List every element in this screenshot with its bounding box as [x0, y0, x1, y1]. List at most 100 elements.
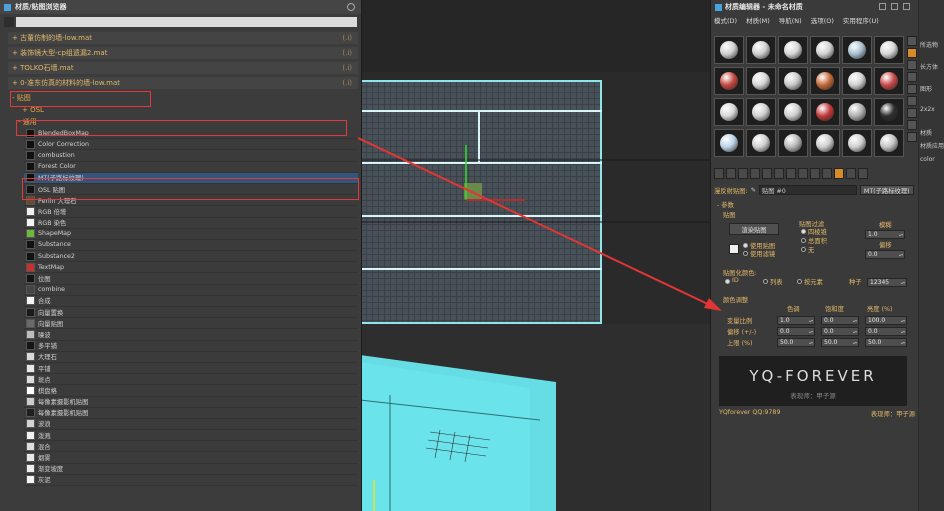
- map-type-button[interactable]: MT(子路标纹理): [859, 185, 914, 195]
- map-list-item[interactable]: Perlin 大理石: [24, 195, 358, 207]
- uv-tiling-icon[interactable]: [907, 72, 917, 82]
- map-list-item[interactable]: OSL 贴图: [24, 183, 358, 196]
- get-material-icon[interactable]: [714, 168, 724, 179]
- reset-icon[interactable]: [750, 168, 760, 179]
- backlight-icon[interactable]: [907, 48, 917, 58]
- nav-icon[interactable]: [907, 132, 917, 142]
- map-list-item[interactable]: 向量置换: [24, 307, 358, 319]
- go-forward-icon[interactable]: [846, 168, 856, 179]
- viewport[interactable]: [360, 0, 710, 511]
- use-filter-radio[interactable]: [743, 251, 748, 256]
- put-to-scene-icon[interactable]: [726, 168, 736, 179]
- sample-slot[interactable]: [842, 36, 872, 64]
- map-list-item[interactable]: 波浪: [24, 418, 358, 431]
- map-list-item[interactable]: 合成: [24, 295, 358, 307]
- filter-sat-radio[interactable]: [801, 238, 806, 243]
- map-list-item[interactable]: 烟雾: [24, 452, 358, 464]
- sample-slot[interactable]: [810, 67, 840, 95]
- sample-slot[interactable]: [714, 67, 744, 95]
- render-map-button[interactable]: 渲染贴图: [729, 223, 779, 235]
- map-list-item[interactable]: RGB 倍增: [24, 206, 358, 218]
- rollout-header[interactable]: - 参数: [717, 200, 917, 210]
- material-id-icon[interactable]: [798, 168, 808, 179]
- select-by-material-icon[interactable]: [907, 120, 917, 130]
- sample-slot[interactable]: [810, 129, 840, 157]
- map-list-item[interactable]: 向量贴图: [24, 318, 358, 330]
- show-end-result-icon[interactable]: [822, 168, 832, 179]
- options-dropdown[interactable]: [4, 17, 14, 27]
- sample-slot[interactable]: [874, 129, 904, 157]
- blur-spinner[interactable]: 1.0: [865, 230, 905, 239]
- sample-slot[interactable]: [810, 98, 840, 126]
- pick-material-icon[interactable]: [858, 168, 868, 179]
- assign-material-icon[interactable]: [738, 168, 748, 179]
- map-list-item[interactable]: Substance2: [24, 251, 358, 263]
- offset-hue-spinner[interactable]: 0.0: [777, 327, 815, 336]
- random-element-radio[interactable]: [797, 279, 802, 284]
- sample-slot[interactable]: [842, 98, 872, 126]
- filter-none-radio[interactable]: [801, 247, 806, 252]
- max-sat-spinner[interactable]: 50.0: [821, 338, 859, 347]
- material-library-row[interactable]: + 0-准东仿真的材料的墙-low.mat (.i): [8, 77, 358, 89]
- map-list-item[interactable]: Forest Color: [24, 161, 358, 173]
- map-list-item[interactable]: 位图: [24, 273, 358, 285]
- offset-sat-spinner[interactable]: 0.0: [821, 327, 859, 336]
- random-id-radio[interactable]: [725, 279, 730, 284]
- sample-slot[interactable]: [778, 67, 808, 95]
- strip-item[interactable]: 2x2x: [920, 106, 935, 113]
- sample-slot[interactable]: [842, 129, 872, 157]
- max-hue-spinner[interactable]: 50.0: [777, 338, 815, 347]
- sample-slot[interactable]: [810, 36, 840, 64]
- map-name-field[interactable]: 贴图 #0: [758, 185, 857, 195]
- menu-material[interactable]: 材质(M): [746, 15, 770, 25]
- sample-slot[interactable]: [746, 67, 776, 95]
- map-list-item[interactable]: combine: [24, 284, 358, 296]
- material-library-row[interactable]: + 装饰镜大型-cp组遗漏2.mat (.i): [8, 47, 358, 59]
- menu-navigation[interactable]: 导航(N): [779, 15, 802, 25]
- make-unique-icon[interactable]: [774, 168, 784, 179]
- sample-slot[interactable]: [778, 36, 808, 64]
- background-icon[interactable]: [907, 60, 917, 70]
- minimize-icon[interactable]: [879, 3, 886, 10]
- make-copy-icon[interactable]: [762, 168, 772, 179]
- menu-options[interactable]: 选项(O): [811, 15, 834, 25]
- use-map-radio[interactable]: [743, 243, 748, 248]
- map-list-item[interactable]: combustion: [24, 150, 358, 162]
- eyedropper-icon[interactable]: ✎: [751, 187, 756, 194]
- strip-item[interactable]: 材质: [920, 128, 932, 137]
- variance-bri-spinner[interactable]: 100.0: [865, 316, 907, 325]
- map-list-item[interactable]: 平铺: [24, 362, 358, 375]
- sample-slot[interactable]: [842, 67, 872, 95]
- search-input[interactable]: [16, 17, 357, 27]
- seed-spinner[interactable]: 12345: [867, 278, 907, 287]
- strip-item[interactable]: 材质应用: [920, 141, 944, 150]
- close-icon[interactable]: [903, 3, 910, 10]
- strip-item[interactable]: 图形: [920, 84, 932, 93]
- color-swatch[interactable]: [729, 244, 739, 254]
- category-osl[interactable]: + OSL: [8, 104, 358, 116]
- random-list-radio[interactable]: [763, 279, 768, 284]
- sample-slot[interactable]: [714, 36, 744, 64]
- sample-slot[interactable]: [778, 98, 808, 126]
- map-list-item[interactable]: 大理石: [24, 351, 358, 363]
- map-list-item[interactable]: TextMap: [24, 262, 358, 274]
- preview-icon[interactable]: [907, 96, 917, 106]
- sample-slot[interactable]: [746, 98, 776, 126]
- put-to-library-icon[interactable]: [786, 168, 796, 179]
- map-list-item[interactable]: 每像素摄影机贴图: [24, 396, 358, 408]
- menu-utilities[interactable]: 实用程序(U): [843, 15, 879, 25]
- map-list-item[interactable]: 多平铺: [24, 340, 358, 352]
- offset-bri-spinner[interactable]: 0.0: [865, 327, 907, 336]
- sample-slot[interactable]: [714, 129, 744, 157]
- go-to-parent-icon[interactable]: [834, 168, 844, 179]
- map-list-item[interactable]: 斑点: [24, 374, 358, 386]
- offset-spinner[interactable]: 0.0: [865, 250, 905, 259]
- material-library-row[interactable]: + 古董仿制的墙-low.mat (.i): [8, 32, 358, 44]
- map-list-item[interactable]: ShapeMap: [24, 228, 358, 240]
- sample-slot[interactable]: [874, 98, 904, 126]
- map-list-item[interactable]: RGB 染色: [24, 217, 358, 229]
- strip-item[interactable]: 所选物: [920, 40, 938, 49]
- map-list-item[interactable]: 噪波: [24, 329, 358, 341]
- strip-item[interactable]: 长方体: [920, 62, 938, 71]
- variance-sat-spinner[interactable]: 0.0: [821, 316, 859, 325]
